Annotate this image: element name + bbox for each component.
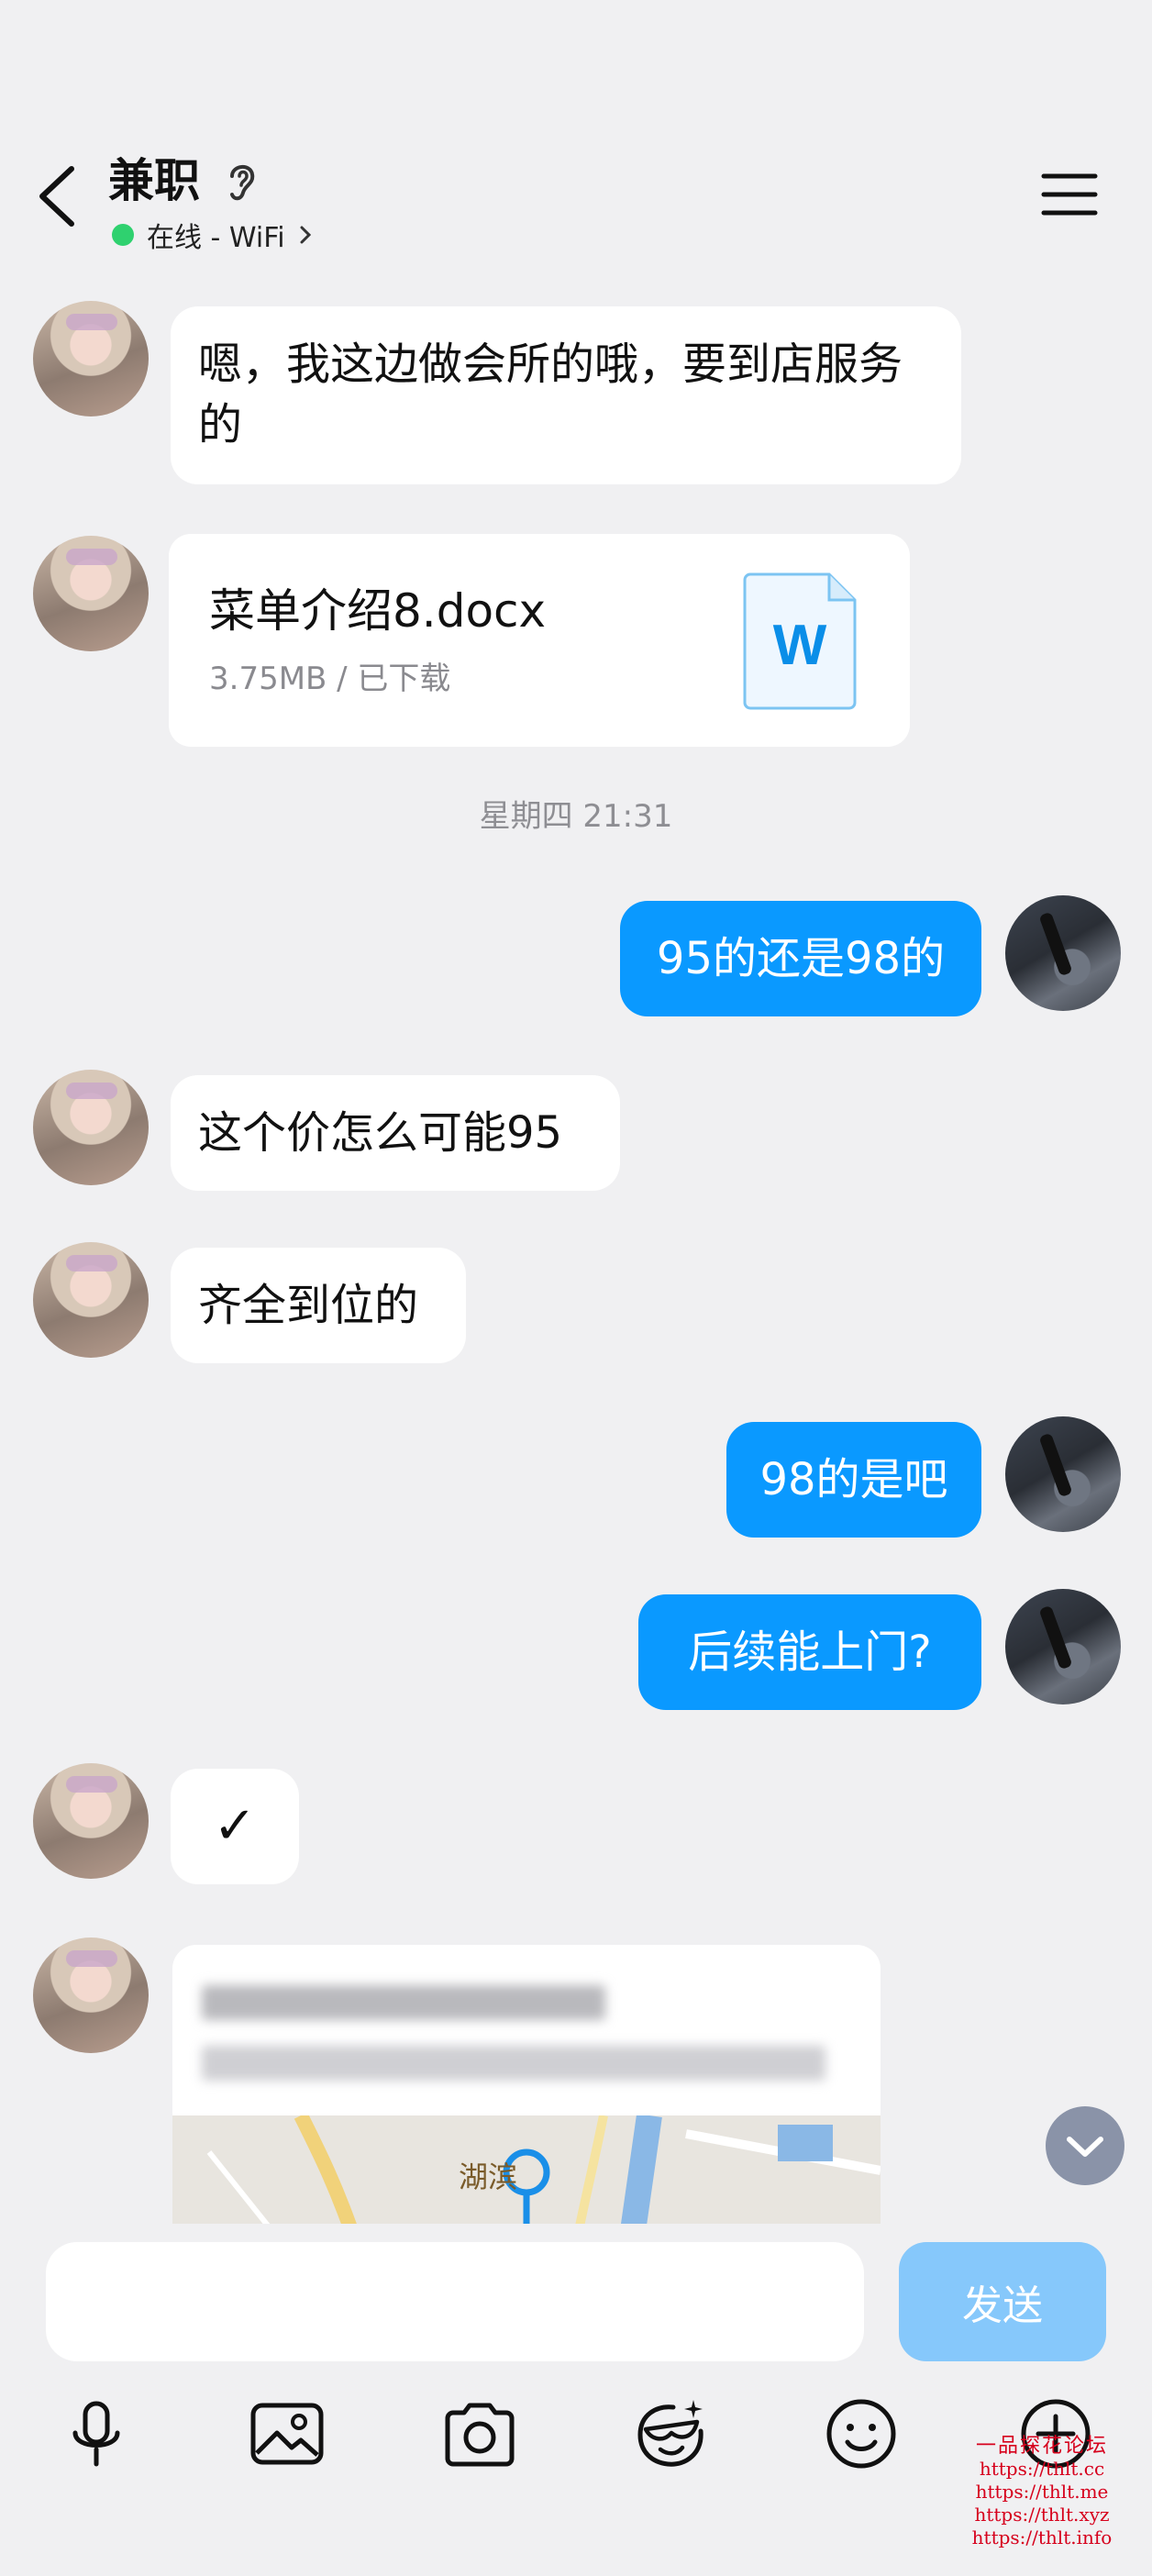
watermark-link: https://thlt.xyz (974, 2504, 1110, 2526)
send-button[interactable]: 发送 (899, 2242, 1106, 2361)
microphone-icon[interactable] (55, 2393, 138, 2475)
message-input[interactable] (46, 2242, 864, 2361)
blurred-location-title (202, 1985, 605, 2020)
chevron-left-icon (39, 166, 74, 227)
scroll-to-bottom-button[interactable] (1046, 2106, 1124, 2185)
message-bubble-incoming[interactable]: ✓ (171, 1769, 299, 1884)
back-button[interactable] (28, 154, 92, 237)
watermark-title: 一品探花论坛 (975, 2435, 1108, 2458)
message-bubble-outgoing[interactable]: 98的是吧 (726, 1422, 981, 1538)
contact-avatar[interactable] (33, 1938, 149, 2053)
sticker-icon[interactable] (629, 2393, 712, 2475)
map-preview (172, 2112, 881, 2229)
my-avatar[interactable] (1005, 1589, 1121, 1704)
contact-avatar[interactable] (33, 301, 149, 416)
menu-button[interactable] (1040, 167, 1099, 222)
my-avatar[interactable] (1005, 895, 1121, 1011)
message-bubble-incoming[interactable]: 嗯，我这边做会所的哦，要到店服务的 (171, 306, 961, 484)
online-dot-icon (112, 224, 134, 246)
timestamp-divider: 星期四 21:31 (479, 798, 673, 835)
location-map[interactable]: 湖滨 (172, 2112, 881, 2229)
message-bubble-outgoing[interactable]: 95的还是98的 (620, 901, 981, 1016)
watermark: 一品探花论坛 https://thlt.cc https://thlt.me h… (950, 2435, 1134, 2549)
hamburger-menu-icon (1041, 173, 1098, 216)
file-attachment-card[interactable]: 菜单介绍8.docx 3.75MB / 已下载 W (169, 534, 910, 747)
chevron-right-icon (300, 226, 311, 244)
message-bubble-outgoing[interactable]: 后续能上门? (638, 1594, 981, 1710)
blurred-location-address (202, 2046, 825, 2081)
message-text: 98的是吧 (759, 1454, 948, 1505)
status-text: 在线 - WiFi (147, 222, 285, 254)
location-card[interactable]: 湖滨 (172, 1945, 881, 2229)
contact-avatar[interactable] (33, 1242, 149, 1358)
chevron-down-icon (1067, 2137, 1103, 2157)
svg-text:W: W (773, 614, 827, 677)
watermark-link: https://thlt.info (971, 2526, 1113, 2548)
file-size-status: 3.75MB / 已下载 (209, 661, 451, 697)
camera-icon[interactable] (438, 2393, 521, 2475)
message-text: 齐全到位的 (198, 1280, 419, 1331)
message-bubble-incoming[interactable]: 齐全到位的 (171, 1248, 466, 1363)
chat-title[interactable]: 兼职 (108, 149, 200, 213)
message-bubble-incoming[interactable]: 这个价怎么可能95 (171, 1075, 620, 1191)
contact-avatar[interactable] (33, 536, 149, 651)
word-doc-icon: W (743, 572, 857, 710)
contact-avatar[interactable] (33, 1763, 149, 1879)
contact-avatar[interactable] (33, 1070, 149, 1185)
message-text: 后续能上门? (688, 1627, 932, 1678)
emoji-icon[interactable] (820, 2393, 903, 2475)
map-label: 湖滨 (459, 2160, 518, 2194)
checkmark-text: ✓ (213, 1796, 257, 1856)
message-text: 这个价怎么可能95 (198, 1107, 563, 1159)
file-name: 菜单介绍8.docx (209, 584, 547, 638)
watermark-link: https://thlt.me (975, 2481, 1109, 2503)
ear-icon[interactable] (223, 156, 260, 204)
image-icon[interactable] (246, 2393, 328, 2475)
online-status[interactable]: 在线 - WiFi (112, 217, 315, 254)
watermark-link: https://thlt.cc (979, 2458, 1105, 2480)
message-text: 95的还是98的 (656, 933, 946, 984)
message-text: 嗯，我这边做会所的哦，要到店服务的 (198, 339, 903, 450)
my-avatar[interactable] (1005, 1416, 1121, 1532)
